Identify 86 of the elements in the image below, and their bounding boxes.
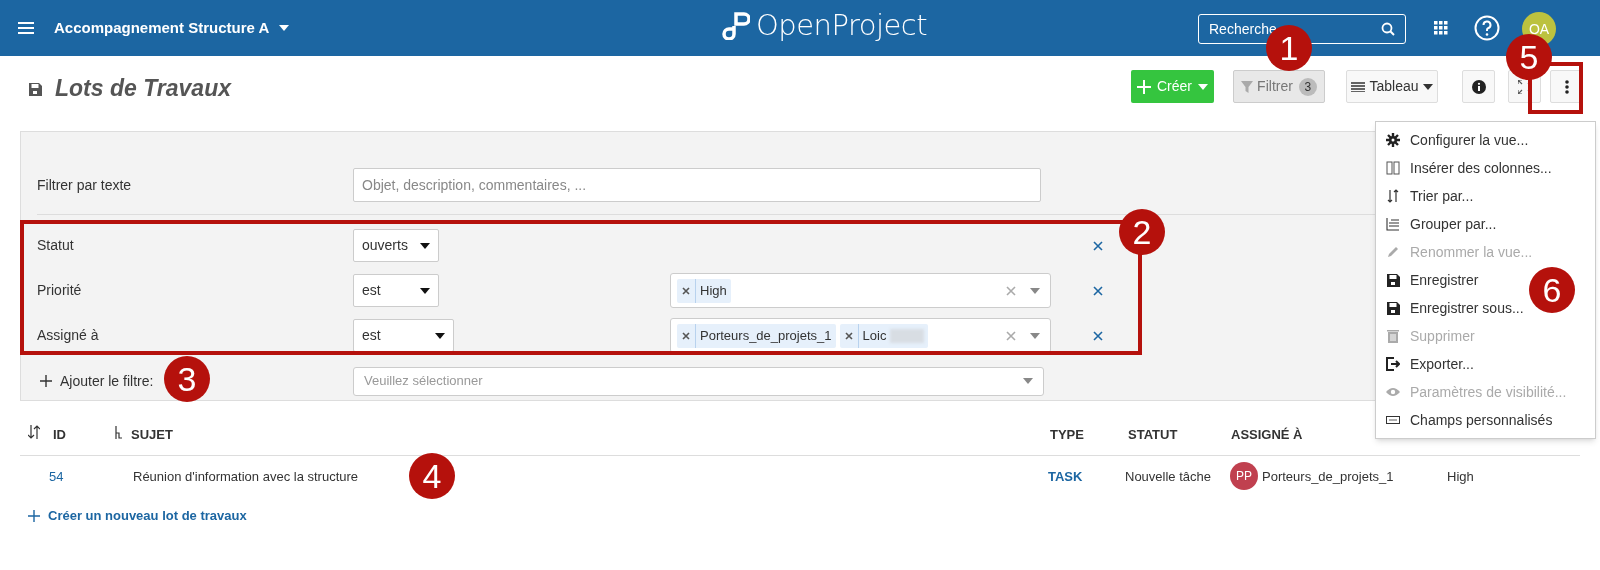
user-avatar: PP — [1230, 462, 1258, 490]
caret-icon — [1030, 332, 1040, 339]
menu-item[interactable]: Exporter... — [1376, 350, 1476, 378]
sort-icon — [1386, 189, 1400, 203]
menu-item[interactable]: Enregistrer sous... — [1376, 294, 1526, 322]
pencil-icon — [1386, 245, 1400, 259]
view-mode-button[interactable]: Tableau — [1346, 70, 1438, 103]
close-icon — [844, 331, 853, 340]
column-header[interactable]: TYPE — [1050, 425, 1084, 445]
filter-button[interactable]: Filtrer 3 — [1233, 70, 1325, 103]
caret-icon — [1030, 287, 1040, 294]
value-chip[interactable]: Porteurs_de_projets_1 — [677, 323, 836, 348]
table-icon — [1351, 81, 1366, 92]
hierarchy-icon — [115, 426, 123, 439]
type-cell-text: TASK — [1048, 468, 1083, 486]
status-cell-text: Nouvelle tâche — [1125, 468, 1211, 486]
count-badge: 3 — [1298, 77, 1317, 96]
caret-icon — [1023, 378, 1033, 384]
menu-item[interactable]: Enregistrer — [1376, 266, 1481, 294]
callout-tooltip: 4 — [409, 453, 455, 499]
funnel-icon — [1241, 80, 1254, 93]
plus-icon — [40, 375, 52, 387]
menu-item[interactable]: Trier par... — [1376, 182, 1476, 210]
filter-label: Assigné à — [37, 326, 100, 345]
remove-filter-icon[interactable] — [1093, 240, 1103, 251]
plus-icon — [1137, 79, 1151, 94]
close-icon — [1006, 330, 1016, 341]
caret-icon — [420, 287, 430, 294]
assignee-cell-text: Porteurs_de_projets_1 — [1262, 468, 1394, 486]
column-header[interactable]: ID — [53, 425, 66, 445]
columns-icon — [1386, 161, 1400, 175]
floppy-icon — [1386, 301, 1400, 315]
logo-icon[interactable] — [720, 10, 750, 40]
filter-label: Priorité — [37, 281, 83, 300]
operator-dropdown[interactable]: ouverts — [353, 229, 439, 262]
menu-icon[interactable] — [18, 22, 34, 34]
caret-icon — [279, 25, 290, 31]
grid-icon[interactable] — [1434, 21, 1448, 35]
id-link[interactable]: 54 — [49, 467, 64, 487]
value-select[interactable]: Porteurs_de_projets_1 Loic — [670, 318, 1051, 353]
help-icon[interactable] — [1474, 15, 1500, 41]
plus-icon — [28, 509, 40, 522]
info-button[interactable] — [1462, 70, 1495, 103]
menu-item[interactable]: Champs personnalisés — [1376, 406, 1555, 434]
close-icon — [682, 286, 690, 295]
project-selector[interactable]: Accompagnement Structure A — [54, 16, 290, 40]
menu-item[interactable]: Insérer des colonnes... — [1376, 154, 1554, 182]
create-link[interactable]: Créer un nouveau lot de travaux — [28, 506, 247, 526]
text-filter-field[interactable]: Objet, description, commentaires, ... — [353, 168, 1041, 202]
remove-filter-icon[interactable] — [1093, 330, 1103, 341]
value-chip[interactable]: Loic — [839, 323, 929, 348]
gear-icon — [1386, 133, 1400, 147]
close-icon — [682, 331, 690, 340]
column-header[interactable]: STATUT — [1128, 425, 1178, 445]
trash-icon — [1386, 329, 1400, 343]
column-header[interactable]: ASSIGNÉ À — [1231, 425, 1303, 445]
value-select[interactable]: High — [670, 273, 1051, 308]
caret-icon — [420, 242, 430, 249]
sort-icon — [28, 425, 40, 439]
export-icon — [1386, 357, 1400, 371]
list-icon — [1386, 217, 1400, 231]
caret-icon — [1422, 83, 1433, 90]
value-chip[interactable]: High — [677, 278, 731, 303]
menu-item[interactable]: Configurer la vue... — [1376, 126, 1531, 154]
menu-item[interactable]: Grouper par... — [1376, 210, 1499, 238]
priority-cell-text: High — [1447, 468, 1474, 486]
redacted-area — [890, 328, 925, 343]
logo-text: OpenProject — [756, 10, 928, 40]
column-header[interactable]: SUJET — [131, 425, 173, 445]
floppy-icon — [1386, 273, 1400, 287]
close-icon — [1006, 285, 1016, 296]
remove-filter-icon[interactable] — [1093, 285, 1103, 296]
filter-label: Filtrer par texte — [37, 175, 133, 195]
subject-cell-text: Réunion d'information avec la structure — [133, 468, 359, 486]
filter-label: Statut — [37, 236, 75, 255]
search-icon — [1381, 22, 1395, 36]
eye-icon — [1386, 385, 1400, 399]
caret-icon — [435, 332, 445, 339]
floppy-icon — [28, 81, 43, 97]
page-title: Lots de Travaux — [55, 73, 231, 103]
operator-dropdown[interactable]: est — [353, 319, 454, 352]
caret-icon — [1198, 83, 1208, 90]
info-icon — [1471, 79, 1486, 94]
text-field-icon — [1386, 413, 1400, 427]
operator-dropdown[interactable]: est — [353, 274, 439, 307]
more-icon — [1564, 79, 1569, 94]
